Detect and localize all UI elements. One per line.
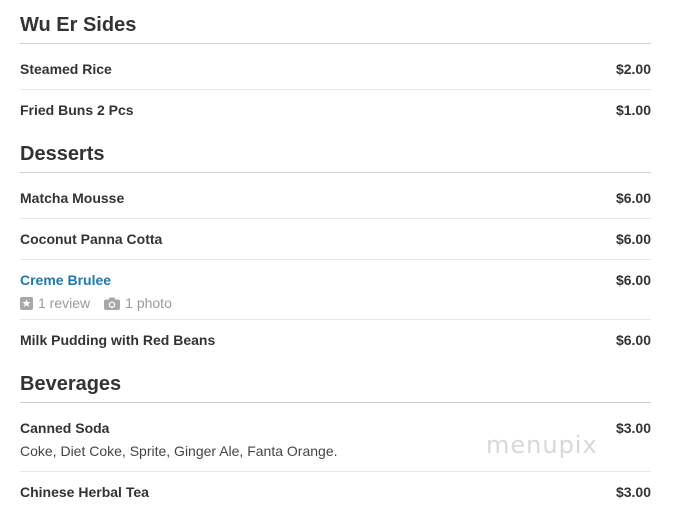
item-price: $3.00 <box>615 420 651 436</box>
menu-item-chinese-herbal-tea: Chinese Herbal Tea $3.00 <box>20 484 651 508</box>
menu-item-fried-buns: Fried Buns 2 Pcs $1.00 <box>20 102 651 130</box>
photo-count: 1 photo <box>125 295 172 311</box>
item-name: Chinese Herbal Tea <box>20 484 149 500</box>
item-name: Coconut Panna Cotta <box>20 231 163 247</box>
menupix-watermark: menupix <box>486 431 598 459</box>
item-price: $6.00 <box>615 190 651 206</box>
item-price: $6.00 <box>615 332 651 348</box>
item-price: $6.00 <box>615 231 651 247</box>
review-count: 1 review <box>38 295 91 311</box>
menu-item-milk-pudding: Milk Pudding with Red Beans $6.00 <box>20 332 651 360</box>
menu-item-creme-brulee: Creme Brulee $6.00 1 review 1 photo <box>20 272 651 320</box>
camera-icon <box>104 297 121 310</box>
item-price: $1.00 <box>615 102 651 118</box>
menu-item-steamed-rice: Steamed Rice $2.00 <box>20 61 651 90</box>
item-name-link[interactable]: Creme Brulee <box>20 272 111 288</box>
star-square-icon <box>20 296 33 310</box>
section-title-desserts: Desserts <box>20 143 651 173</box>
item-name: Matcha Mousse <box>20 190 125 206</box>
item-description: Coke, Diet Coke, Sprite, Ginger Ale, Fan… <box>20 443 338 459</box>
item-name: Steamed Rice <box>20 61 112 77</box>
item-price: $2.00 <box>615 61 651 77</box>
menu-item-matcha-mousse: Matcha Mousse $6.00 <box>20 190 651 219</box>
menu-item-coconut-panna-cotta: Coconut Panna Cotta $6.00 <box>20 231 651 260</box>
item-price: $3.00 <box>615 484 651 500</box>
section-title-wu-er-sides: Wu Er Sides <box>20 14 651 44</box>
review-link[interactable]: 1 review <box>20 295 90 311</box>
photo-link[interactable]: 1 photo <box>104 295 172 311</box>
item-price: $6.00 <box>615 272 651 288</box>
item-name: Milk Pudding with Red Beans <box>20 332 216 348</box>
item-name: Canned Soda <box>20 420 110 436</box>
section-title-beverages: Beverages <box>20 373 651 403</box>
item-meta: 1 review 1 photo <box>20 295 186 311</box>
item-name: Fried Buns 2 Pcs <box>20 102 134 118</box>
